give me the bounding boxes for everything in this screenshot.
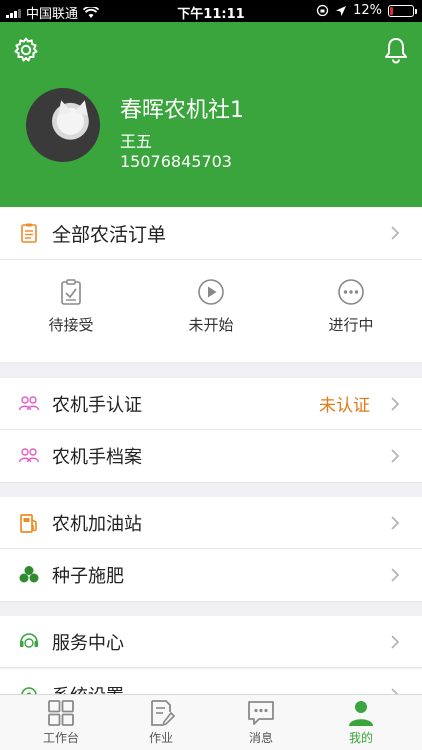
gas-station-label: 农机加油站 <box>52 513 142 535</box>
profile-phone: 15076845703 <box>120 152 232 171</box>
gear-icon[interactable] <box>12 36 40 64</box>
seed-fertilizer-row[interactable]: 种子施肥 <box>0 549 422 602</box>
service-center-row[interactable]: 服务中心 <box>0 616 422 668</box>
order-status-shortcuts: 待接受 未开始 进行中 <box>0 260 422 362</box>
all-orders-row[interactable]: 全部农活订单 <box>0 207 422 260</box>
user-icon <box>349 701 373 726</box>
tab-workbench[interactable]: 工作台 <box>19 699 103 746</box>
driver-archive-label: 农机手档案 <box>52 447 142 468</box>
tab-messages[interactable]: 消息 <box>219 699 303 746</box>
battery-percent: 12% <box>353 3 382 18</box>
clover-icon <box>19 566 39 583</box>
certification-status: 未认证 <box>319 396 370 416</box>
chevron-right-icon <box>391 515 400 530</box>
play-circle-icon <box>198 279 224 305</box>
driver-certification-label: 农机手认证 <box>52 394 142 416</box>
tab-jobs-label: 作业 <box>148 731 173 745</box>
pending-accept-label: 待接受 <box>48 316 94 334</box>
driver-certification-row[interactable]: 农机手认证 未认证 <box>0 378 422 430</box>
bottom-tab-bar: 工作台 作业 消息 我的 <box>0 694 422 750</box>
seed-fertilizer-label: 种子施肥 <box>52 566 124 587</box>
tab-workbench-label: 工作台 <box>42 731 79 745</box>
tab-mine-label: 我的 <box>348 731 373 745</box>
in-progress-button[interactable]: 进行中 <box>296 278 406 335</box>
service-center-label: 服务中心 <box>52 632 124 654</box>
chevron-right-icon <box>391 634 400 649</box>
not-started-label: 未开始 <box>188 316 234 334</box>
clipboard-check-icon <box>61 279 81 305</box>
people-icon <box>18 395 40 410</box>
in-progress-label: 进行中 <box>328 316 374 334</box>
chevron-right-icon <box>391 396 400 411</box>
battery-icon <box>388 4 417 17</box>
grid-icon <box>48 700 74 726</box>
people-icon <box>18 448 40 463</box>
chevron-right-icon <box>391 226 400 240</box>
chevron-right-icon <box>391 449 400 463</box>
not-started-button[interactable]: 未开始 <box>156 278 266 335</box>
profile-subname: 王五 <box>120 132 153 151</box>
gas-station-row[interactable]: 农机加油站 <box>0 497 422 549</box>
message-icon <box>248 701 274 725</box>
all-orders-label: 全部农活订单 <box>52 223 167 246</box>
driver-archive-row[interactable]: 农机手档案 <box>0 430 422 483</box>
tab-messages-label: 消息 <box>248 731 273 745</box>
tab-mine[interactable]: 我的 <box>319 699 403 746</box>
edit-document-icon <box>151 700 175 727</box>
pending-accept-button[interactable]: 待接受 <box>16 278 126 335</box>
chevron-right-icon <box>391 568 400 582</box>
order-list-icon <box>21 223 37 243</box>
gas-pump-icon <box>20 513 37 533</box>
profile-header: 春晖农机社1 王五 15076845703 <box>0 22 422 207</box>
orientation-lock-icon <box>316 4 329 17</box>
customer-service-icon <box>20 632 38 648</box>
avatar[interactable] <box>26 88 100 162</box>
profile-name: 春晖农机社1 <box>120 98 244 123</box>
tab-jobs[interactable]: 作业 <box>119 699 203 746</box>
ellipsis-circle-icon <box>338 279 364 305</box>
status-bar: 中国联通 下午11:11 12% <box>0 0 422 22</box>
bell-icon[interactable] <box>382 36 410 64</box>
location-icon <box>336 5 347 16</box>
